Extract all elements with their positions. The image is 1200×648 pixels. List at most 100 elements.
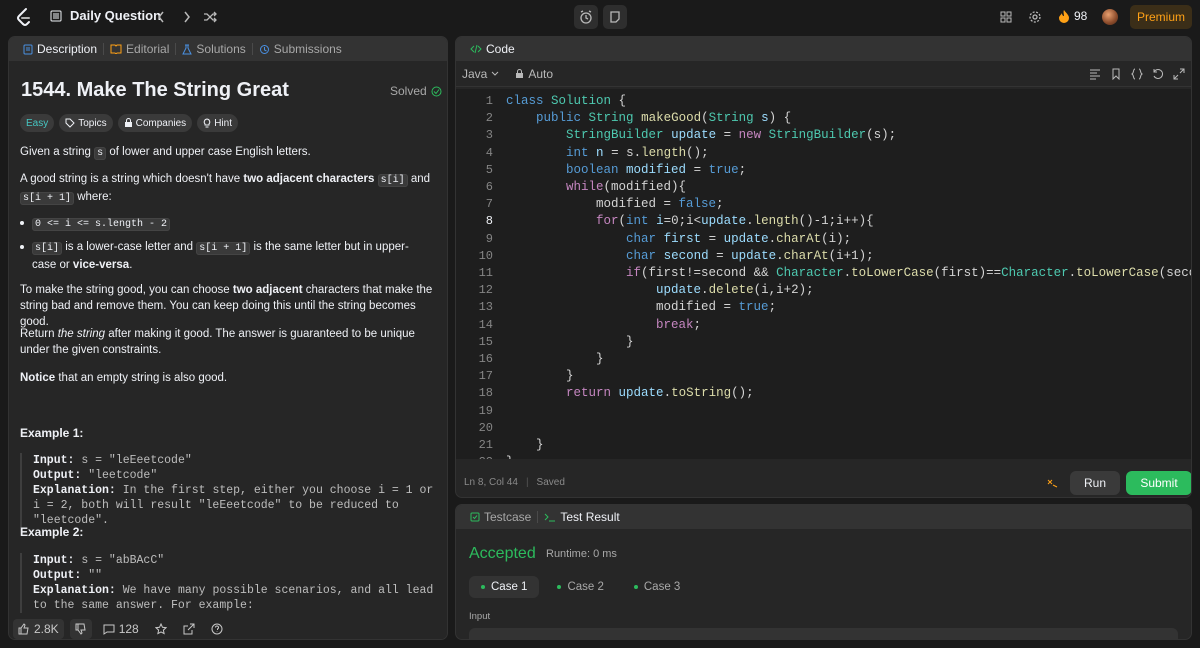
line-number: 1	[485, 94, 493, 108]
tab-editorial-label: Editorial	[126, 42, 170, 56]
verdict: Accepted	[469, 545, 536, 562]
output-label: Output:	[33, 469, 82, 482]
case-tabs: Case 1 Case 2 Case 3	[469, 576, 692, 598]
leetcode-logo[interactable]	[14, 7, 34, 27]
status-divider: |	[525, 476, 529, 488]
text: To make the string good, you can choose	[20, 284, 233, 296]
debug-icon[interactable]	[1046, 477, 1058, 489]
like-button[interactable]: 2.8K	[13, 619, 64, 639]
pass-dot	[481, 585, 485, 589]
line-number: 22	[456, 454, 493, 459]
tab-description[interactable]: Description	[17, 37, 103, 61]
share-button[interactable]	[178, 619, 200, 639]
shuffle-icon	[204, 11, 217, 23]
avatar[interactable]	[1102, 9, 1118, 25]
format-lines-icon[interactable]	[1089, 68, 1101, 80]
comment-count: 128	[118, 622, 139, 636]
settings-button[interactable]	[1027, 9, 1043, 25]
notes-button[interactable]	[603, 5, 627, 29]
favorite-button[interactable]	[150, 619, 172, 639]
expand-icon[interactable]	[1173, 68, 1185, 80]
constraint-bullet-1: 0 <= i <= s.length - 2	[20, 215, 432, 233]
text: Return	[20, 328, 58, 340]
example-1-block: Input: s = "leEeetcode" Output: "leetcod…	[20, 453, 438, 528]
comments-button[interactable]: 128	[98, 619, 144, 639]
line-number: 12	[478, 283, 493, 298]
thumbs-down-icon	[75, 623, 86, 635]
output-label: Output:	[33, 569, 82, 582]
topics-chip[interactable]: Topics	[59, 114, 113, 132]
inline-code: 0 <= i <= s.length - 2	[32, 218, 171, 231]
tab-test-result-label: Test Result	[560, 510, 620, 524]
tab-testcase-label: Testcase	[484, 510, 532, 524]
case-1-tab[interactable]: Case 1	[469, 576, 540, 598]
gear-icon	[1029, 11, 1041, 23]
input-label: Input:	[33, 554, 75, 567]
tab-solutions[interactable]: Solutions	[176, 37, 251, 61]
like-count: 2.8K	[34, 622, 59, 636]
line-number: 7	[485, 197, 493, 212]
history-icon	[259, 44, 269, 54]
example-value: s = "leEeetcode"	[74, 454, 192, 467]
result-panel: Testcase Test Result Accepted Runtime: 0…	[455, 504, 1192, 640]
auto-mode-toggle[interactable]: Auto	[515, 67, 553, 81]
text: .	[129, 259, 133, 271]
hint-chip[interactable]: Hint	[197, 114, 238, 132]
layout-button[interactable]	[998, 9, 1014, 25]
tab-testcase[interactable]: Testcase	[464, 505, 537, 529]
bold-text: vice-versa	[72, 259, 130, 271]
next-problem-button[interactable]	[180, 8, 194, 26]
case-2-tab[interactable]: Case 2	[545, 576, 615, 598]
bookmark-icon[interactable]	[1110, 68, 1122, 80]
streak-counter[interactable]: 98	[1058, 9, 1087, 23]
solved-status: Solved	[390, 84, 442, 98]
problem-tags: Easy Topics Companies Hint	[20, 114, 238, 132]
description-paragraph-3: To make the string good, you can choose …	[20, 282, 438, 330]
description-paragraph-5: Notice that an empty string is also good…	[20, 370, 438, 386]
reset-icon[interactable]	[1152, 68, 1164, 80]
shuffle-button[interactable]	[202, 9, 218, 25]
case-label: Case 1	[491, 581, 528, 593]
terminal-icon	[545, 513, 556, 522]
hint-label: Hint	[214, 117, 232, 129]
note-icon	[610, 11, 620, 23]
example-1-title: Example 1:	[20, 426, 84, 440]
constraint-bullet-2: s[i] is a lower-case letter and s[i + 1]…	[20, 239, 432, 273]
case-3-tab[interactable]: Case 3	[622, 576, 692, 598]
saved-status: Saved	[536, 476, 565, 488]
inline-code: s[i + 1]	[196, 242, 251, 255]
timer-button[interactable]	[574, 5, 598, 29]
text: is a lower-case letter and	[62, 241, 197, 253]
left-tabs: Description Editorial Solutions Submissi…	[9, 37, 447, 61]
bold-text: Notice	[20, 372, 56, 384]
problem-list-button[interactable]: Daily Question	[50, 8, 161, 23]
list-icon	[50, 10, 62, 21]
tab-editorial[interactable]: Editorial	[104, 37, 175, 61]
tab-test-result[interactable]: Test Result	[538, 505, 625, 529]
line-number: 19	[478, 403, 493, 418]
code-editor[interactable]: 1 2 3 4 5 6 7 8 9 10 11 12 13 14 15 16 1…	[456, 89, 1191, 459]
language-select[interactable]: Java	[462, 67, 499, 81]
tab-submissions[interactable]: Submissions	[253, 37, 348, 61]
chevron-left-icon	[158, 11, 164, 23]
tab-code-label: Code	[486, 42, 515, 56]
lock-icon	[124, 118, 132, 127]
tab-code[interactable]: Code	[464, 37, 521, 61]
result-tabs: Testcase Test Result	[456, 505, 1191, 529]
example-2-block: Input: s = "abBAcC" Output: "" Explanati…	[20, 553, 438, 613]
code-lines: class Solution { public String makeGood(…	[506, 94, 1191, 459]
braces-icon[interactable]	[1131, 68, 1143, 80]
description-paragraph-2: A good string is a string which doesn't …	[20, 171, 438, 207]
pass-dot	[557, 585, 562, 589]
run-button[interactable]: Run	[1070, 471, 1120, 495]
dislike-button[interactable]	[69, 619, 92, 639]
example-value: s = "abBAcC"	[74, 554, 165, 567]
prev-problem-button[interactable]	[154, 8, 168, 26]
line-number: 14	[478, 317, 493, 332]
help-button[interactable]	[206, 619, 228, 639]
topics-label: Topics	[78, 117, 107, 129]
companies-chip[interactable]: Companies	[117, 114, 193, 132]
premium-button[interactable]: Premium	[1130, 5, 1192, 29]
tab-solutions-label: Solutions	[196, 42, 246, 56]
submit-button[interactable]: Submit	[1126, 471, 1191, 495]
